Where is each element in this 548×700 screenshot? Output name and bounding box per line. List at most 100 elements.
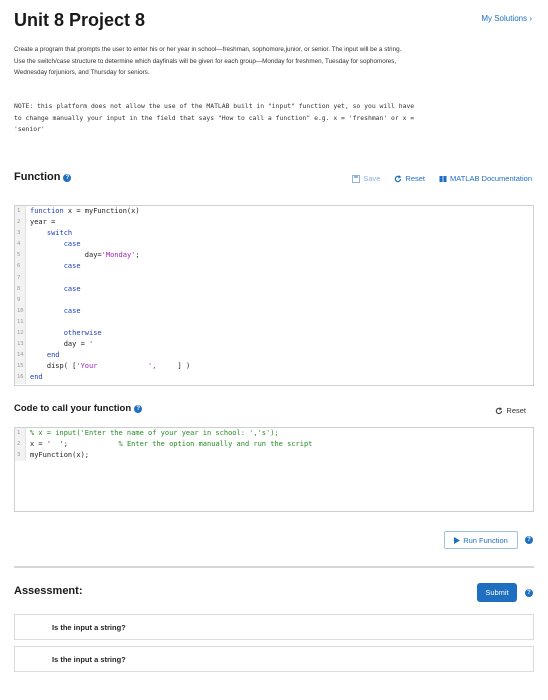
line-number: 1 bbox=[15, 428, 26, 440]
assessment-item[interactable]: Is the input a string? bbox=[14, 646, 534, 672]
line-number: 3 bbox=[15, 450, 26, 462]
call-heading: Code to call your function? bbox=[14, 403, 143, 414]
code-token: case bbox=[63, 240, 81, 249]
code-token: disp( [ bbox=[46, 362, 77, 371]
problem-description: Create a program that prompts the user t… bbox=[14, 44, 534, 79]
code-token: myFunction(x); bbox=[30, 451, 90, 460]
description-line: Wednesday forjuniors, and Thursday for s… bbox=[14, 69, 150, 76]
run-function-button[interactable]: Run Function bbox=[444, 531, 518, 549]
call-reset-button[interactable]: Reset bbox=[495, 406, 526, 415]
help-icon[interactable]: ? bbox=[134, 405, 143, 413]
reset-icon bbox=[395, 174, 402, 182]
save-icon bbox=[352, 174, 361, 183]
matlab-documentation-link[interactable]: MATLAB Documentation bbox=[439, 174, 532, 183]
call-editor[interactable]: 1 % x = input('Enter the name of your yea… bbox=[14, 427, 534, 512]
code-token: year = bbox=[30, 218, 56, 227]
reset-label: Reset bbox=[506, 406, 526, 415]
code-token: x = ' '; bbox=[30, 440, 68, 449]
code-line: 10 case bbox=[15, 305, 533, 317]
call-heading-label: Code to call your function bbox=[14, 403, 132, 414]
code-line: 3 myFunction(x); bbox=[15, 450, 533, 462]
reset-icon bbox=[496, 406, 503, 414]
save-button[interactable]: Save bbox=[352, 174, 380, 183]
reset-button[interactable]: Reset bbox=[394, 174, 425, 183]
line-number: 14 bbox=[15, 350, 26, 362]
code-line: 11 bbox=[15, 316, 533, 329]
code-line: 3 switch bbox=[15, 228, 533, 240]
code-line: 8 case bbox=[15, 283, 533, 295]
save-label: Save bbox=[363, 174, 381, 183]
code-token: ' bbox=[89, 340, 94, 349]
line-number: 3 bbox=[15, 228, 26, 240]
note-line: 'senior' bbox=[14, 125, 45, 133]
run-function-label: Run Function bbox=[463, 535, 508, 545]
play-icon bbox=[454, 536, 461, 544]
line-number: 2 bbox=[15, 439, 26, 451]
code-line: 7 bbox=[15, 272, 533, 284]
function-editor[interactable]: 1 function x = myFunction(x) 2 year = 3 sw… bbox=[14, 205, 534, 386]
line-number: 8 bbox=[15, 283, 26, 295]
code-token: day= bbox=[84, 251, 102, 260]
line-number: 6 bbox=[15, 261, 26, 273]
code-line: 5 day='Monday'; bbox=[15, 250, 533, 262]
note-line: to change manually your input in the fie… bbox=[14, 113, 415, 122]
code-line: 1 function x = myFunction(x) bbox=[15, 206, 533, 218]
my-solutions-link[interactable]: My Solutions › bbox=[481, 14, 532, 23]
code-token: function bbox=[30, 207, 64, 215]
code-token: % Enter the option manually and run the … bbox=[118, 440, 313, 449]
code-token: end bbox=[30, 373, 43, 382]
code-token: ; bbox=[135, 251, 140, 260]
code-token: ] ) bbox=[177, 362, 191, 371]
page-title: Unit 8 Project 8 bbox=[14, 10, 146, 30]
code-token: 'Your bbox=[76, 362, 98, 371]
line-number: 9 bbox=[15, 294, 26, 306]
code-token: 'Monday' bbox=[101, 251, 136, 260]
code-line: 6 case bbox=[15, 261, 533, 273]
reset-label: Reset bbox=[405, 174, 426, 183]
code-line: 16 end bbox=[15, 372, 533, 384]
line-number: 7 bbox=[15, 272, 26, 284]
code-token: case bbox=[63, 284, 81, 293]
section-divider bbox=[14, 566, 534, 568]
documentation-label: MATLAB Documentation bbox=[450, 174, 532, 183]
code-token: otherwise bbox=[63, 329, 102, 338]
line-number: 1 bbox=[15, 206, 26, 218]
code-token: switch bbox=[46, 229, 73, 238]
code-line: 13 day = ' bbox=[15, 339, 533, 351]
description-line: Create a program that prompts the user t… bbox=[14, 46, 402, 53]
help-icon[interactable]: ? bbox=[525, 536, 533, 544]
line-number: 12 bbox=[15, 328, 26, 340]
function-toolbar: Save Reset MATLAB Documentation bbox=[352, 174, 532, 183]
code-line: 14 end bbox=[15, 350, 533, 362]
code-token: case bbox=[63, 306, 81, 315]
code-token: day = bbox=[63, 340, 90, 349]
line-number: 4 bbox=[15, 239, 26, 251]
help-icon[interactable]: ? bbox=[525, 589, 533, 597]
line-number: 15 bbox=[15, 361, 26, 373]
line-number: 16 bbox=[15, 372, 26, 384]
line-number: 11 bbox=[15, 316, 26, 329]
book-icon bbox=[439, 175, 447, 182]
code-line: 2 x = ' '; % Enter the option manually an… bbox=[15, 439, 533, 451]
assessment-item-label: Is the input a string? bbox=[52, 654, 126, 664]
code-token: end bbox=[46, 351, 60, 360]
submit-button[interactable]: Submit bbox=[477, 583, 517, 602]
assessment-item[interactable]: Is the input a string? bbox=[14, 614, 534, 640]
help-icon[interactable]: ? bbox=[63, 174, 72, 182]
code-token: x = myFunction(x) bbox=[63, 207, 140, 215]
code-line: 4 case bbox=[15, 239, 533, 251]
line-number: 10 bbox=[15, 305, 26, 317]
function-heading: Function? bbox=[14, 171, 72, 183]
code-token: % x = input('Enter the name of your year… bbox=[30, 429, 279, 437]
note-line: NOTE: this platform does not allow the u… bbox=[14, 102, 415, 110]
line-number: 13 bbox=[15, 339, 26, 351]
assessment-heading: Assessment: bbox=[14, 585, 83, 597]
line-number: 5 bbox=[15, 250, 26, 262]
code-line: 15 disp( ['Your ', ] ) bbox=[15, 361, 533, 373]
code-line: 1 % x = input('Enter the name of your yea… bbox=[15, 428, 533, 440]
line-number: 2 bbox=[15, 217, 26, 229]
assessment-item-label: Is the input a string? bbox=[52, 622, 126, 632]
code-line: 9 bbox=[15, 294, 533, 306]
platform-note: NOTE: this platform does not allow the u… bbox=[14, 101, 534, 136]
code-line: 2 year = bbox=[15, 217, 533, 229]
